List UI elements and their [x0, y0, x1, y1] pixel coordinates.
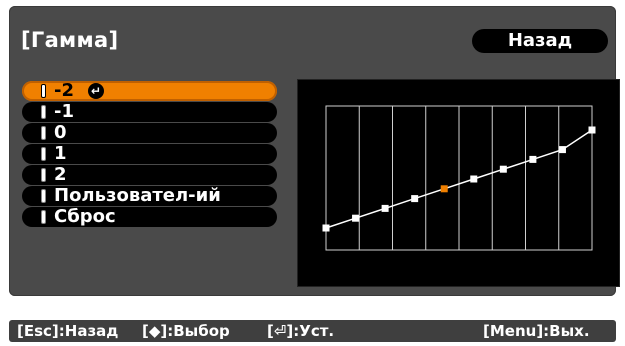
curve-point — [529, 155, 537, 163]
curve-point — [470, 175, 478, 183]
menu-item-minus2[interactable]: -2 ↵ — [22, 81, 277, 101]
indicator-icon — [41, 189, 46, 203]
gamma-curve-chart — [322, 105, 596, 251]
menu-item-label: 1 — [54, 143, 67, 164]
indicator-icon — [41, 168, 46, 182]
enter-icon: ↵ — [88, 83, 104, 99]
help-set: [⏎]:Уст. — [267, 322, 335, 340]
menu-item-label: -2 — [54, 80, 74, 101]
curve-point — [411, 195, 419, 203]
help-menu: [Menu]:Вых. — [483, 322, 590, 340]
curve-point — [322, 224, 330, 232]
menu-item-1[interactable]: 1 — [22, 144, 277, 164]
help-esc: [Esc]:Назад — [17, 322, 119, 340]
menu-item-label: -1 — [54, 101, 74, 122]
indicator-icon — [41, 84, 46, 98]
menu-item-minus1[interactable]: -1 — [22, 102, 277, 122]
menu-item-label: 0 — [54, 122, 67, 143]
menu-item-2[interactable]: 2 — [22, 165, 277, 185]
gamma-menu: -2 ↵ -1 0 1 2 Пользовател-ий Сброс — [22, 81, 285, 228]
indicator-icon — [41, 105, 46, 119]
indicator-icon — [41, 147, 46, 161]
menu-item-0[interactable]: 0 — [22, 123, 277, 143]
menu-item-custom[interactable]: Пользовател-ий — [22, 186, 277, 206]
back-button[interactable]: Назад — [472, 29, 608, 53]
menu-item-label: Пользовател-ий — [54, 185, 221, 206]
indicator-icon — [41, 210, 46, 224]
curve-point — [352, 214, 360, 222]
menu-item-reset[interactable]: Сброс — [22, 207, 277, 227]
curve-point — [499, 165, 507, 173]
gamma-graph — [297, 79, 620, 287]
curve-point — [558, 146, 566, 154]
gamma-panel: [Гамма] Назад -2 ↵ -1 0 1 2 Пользовател-… — [9, 6, 620, 296]
help-bar: [Esc]:Назад [◆]:Выбор [⏎]:Уст. [Menu]:Вы… — [9, 320, 616, 342]
curve-point — [381, 204, 389, 212]
menu-item-label: 2 — [54, 164, 67, 185]
menu-item-label: Сброс — [54, 206, 116, 227]
curve-point — [588, 126, 596, 134]
help-select: [◆]:Выбор — [142, 322, 230, 340]
curve-point-selected — [440, 185, 448, 193]
panel-title: [Гамма] — [21, 28, 119, 52]
indicator-icon — [41, 126, 46, 140]
